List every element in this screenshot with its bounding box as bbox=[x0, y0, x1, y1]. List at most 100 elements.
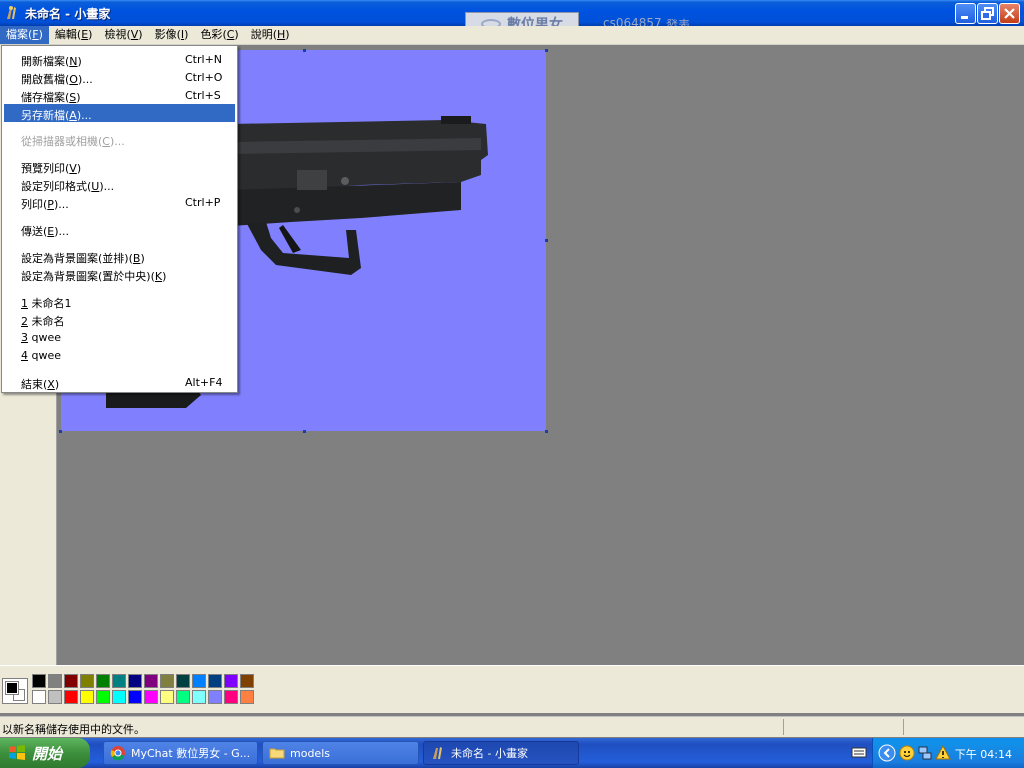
menu-item-exit[interactable]: 結束(X) Alt+F4 bbox=[4, 373, 235, 391]
menu-item-recent-4[interactable]: 4 qwee bbox=[4, 346, 235, 364]
menu-item-label: 預覽列印(V) bbox=[21, 162, 82, 175]
color-swatch[interactable] bbox=[112, 690, 126, 704]
file-menu-dropdown: 開新檔案(N) Ctrl+N 開啟舊檔(O)... Ctrl+O 儲存檔案(S) Ctrl… bbox=[1, 45, 238, 393]
color-swatch[interactable] bbox=[144, 690, 158, 704]
color-swatch[interactable] bbox=[176, 674, 190, 688]
color-box bbox=[0, 665, 1024, 713]
menu-item-label: 1 未命名1 bbox=[21, 295, 72, 311]
menu-item-shortcut: Alt+F4 bbox=[185, 376, 223, 389]
color-swatch[interactable] bbox=[80, 674, 94, 688]
menu-item-new[interactable]: 開新檔案(N) Ctrl+N bbox=[4, 50, 235, 68]
menu-item-ellipsis: ... bbox=[81, 109, 92, 122]
menu-item-ellipsis: ... bbox=[82, 73, 93, 86]
menu-item-label: 另存新檔(A)... bbox=[21, 109, 92, 122]
taskbar-item-paint[interactable]: 未命名 - 小畫家 bbox=[423, 741, 579, 765]
menu-item-text: 儲存檔案 bbox=[21, 91, 65, 104]
menu-item-accel: N bbox=[69, 55, 78, 68]
menu-item-text: 設定為背景圖案(置於中央) bbox=[21, 270, 151, 283]
restore-icon bbox=[981, 7, 994, 20]
menu-item-text: qwee bbox=[31, 349, 62, 362]
color-swatch[interactable] bbox=[80, 690, 94, 704]
close-button[interactable] bbox=[999, 3, 1020, 24]
menu-view-key: V bbox=[130, 28, 139, 41]
menu-image-label: 影像 bbox=[154, 28, 177, 41]
menu-item-recent-2[interactable]: 2 未命名 bbox=[4, 310, 235, 328]
menu-item-accel: X bbox=[47, 378, 55, 391]
color-swatch[interactable] bbox=[48, 690, 62, 704]
menu-item-wallpaper-tile[interactable]: 設定為背景圖案(並排)(B) bbox=[4, 247, 235, 265]
menu-item-send[interactable]: 傳送(E)... bbox=[4, 220, 235, 238]
color-swatch[interactable] bbox=[240, 690, 254, 704]
menu-item-accel: O bbox=[69, 73, 78, 86]
color-swatch[interactable] bbox=[96, 690, 110, 704]
menu-item-text: 結束 bbox=[21, 378, 43, 391]
security-alert-icon[interactable] bbox=[935, 745, 951, 761]
menu-help[interactable]: 說明(H) bbox=[245, 26, 296, 44]
status-bar: 以新名稱儲存使用中的文件。 bbox=[0, 716, 1024, 737]
resize-handle-top[interactable] bbox=[303, 49, 306, 52]
menu-edit-key: E bbox=[81, 28, 89, 41]
color-swatch[interactable] bbox=[96, 674, 110, 688]
smiley-icon[interactable] bbox=[899, 745, 915, 761]
color-swatch[interactable] bbox=[128, 674, 142, 688]
clock[interactable]: 下午 04:14 bbox=[955, 746, 1012, 762]
color-swatch[interactable] bbox=[128, 690, 142, 704]
menu-item-label: 2 未命名 bbox=[21, 313, 65, 329]
taskbar-item-models[interactable]: models bbox=[262, 741, 419, 765]
menu-item-ellipsis: ... bbox=[58, 225, 70, 238]
taskbar-item-mychat[interactable]: MyChat 數位男女 - G... bbox=[103, 741, 258, 765]
menu-item-accel: K bbox=[154, 270, 163, 283]
color-swatch[interactable] bbox=[64, 674, 78, 688]
restore-button[interactable] bbox=[977, 3, 998, 24]
menu-item-recent-1[interactable]: 1 未命名1 bbox=[4, 292, 235, 310]
menu-item-save-as[interactable]: 另存新檔(A)... bbox=[4, 104, 235, 122]
resize-handle-right[interactable] bbox=[545, 239, 548, 242]
color-swatch[interactable] bbox=[208, 674, 222, 688]
menu-item-print-preview[interactable]: 預覽列印(V) bbox=[4, 157, 235, 175]
color-swatch[interactable] bbox=[64, 690, 78, 704]
color-swatch[interactable] bbox=[144, 674, 158, 688]
color-swatch[interactable] bbox=[112, 674, 126, 688]
menu-item-accel: C bbox=[102, 135, 110, 148]
color-swatch[interactable] bbox=[224, 674, 238, 688]
menu-item-page-setup[interactable]: 設定列印格式(U)... bbox=[4, 175, 235, 193]
menu-item-shortcut: Ctrl+N bbox=[185, 53, 223, 66]
menu-image[interactable]: 影像(I) bbox=[149, 26, 195, 44]
current-colors[interactable] bbox=[2, 678, 28, 704]
menu-separator bbox=[6, 152, 235, 153]
menu-item-open[interactable]: 開啟舊檔(O)... Ctrl+O bbox=[4, 68, 235, 86]
menu-colors[interactable]: 色彩(C) bbox=[194, 26, 244, 44]
menu-item-ellipsis: ... bbox=[114, 135, 125, 148]
color-swatch[interactable] bbox=[32, 674, 46, 688]
status-text: 以新名稱儲存使用中的文件。 bbox=[2, 723, 145, 736]
resize-handle-bottom[interactable] bbox=[303, 430, 306, 433]
color-swatch[interactable] bbox=[192, 674, 206, 688]
menu-item-recent-3[interactable]: 3 qwee bbox=[4, 328, 235, 346]
resize-handle-bottom-right[interactable] bbox=[545, 430, 548, 433]
resize-handle-bottom-left[interactable] bbox=[59, 430, 62, 433]
color-swatch[interactable] bbox=[160, 690, 174, 704]
minimize-button[interactable] bbox=[955, 3, 976, 24]
menu-edit[interactable]: 編輯(E) bbox=[49, 26, 99, 44]
color-swatch[interactable] bbox=[176, 690, 190, 704]
menu-item-text: 開啟舊檔 bbox=[21, 73, 65, 86]
color-swatch[interactable] bbox=[160, 674, 174, 688]
menu-item-save[interactable]: 儲存檔案(S) Ctrl+S bbox=[4, 86, 235, 104]
color-swatch[interactable] bbox=[240, 674, 254, 688]
chevron-left-icon[interactable] bbox=[878, 744, 896, 762]
keyboard-icon[interactable] bbox=[851, 745, 867, 759]
color-swatch[interactable] bbox=[48, 674, 62, 688]
color-swatch[interactable] bbox=[208, 690, 222, 704]
menu-item-label: 儲存檔案(S) bbox=[21, 91, 81, 104]
menu-item-ellipsis: ... bbox=[103, 180, 115, 193]
menu-file[interactable]: 檔案(F) bbox=[0, 26, 49, 44]
menu-item-print[interactable]: 列印(P)... Ctrl+P bbox=[4, 193, 235, 211]
resize-handle-top-right[interactable] bbox=[545, 49, 548, 52]
color-swatch[interactable] bbox=[192, 690, 206, 704]
color-swatch[interactable] bbox=[224, 690, 238, 704]
network-icon[interactable] bbox=[917, 745, 933, 761]
menu-view[interactable]: 檢視(V) bbox=[98, 26, 148, 44]
start-button[interactable]: 開始 bbox=[0, 738, 90, 768]
color-swatch[interactable] bbox=[32, 690, 46, 704]
menu-item-wallpaper-center[interactable]: 設定為背景圖案(置於中央)(K) bbox=[4, 265, 235, 283]
